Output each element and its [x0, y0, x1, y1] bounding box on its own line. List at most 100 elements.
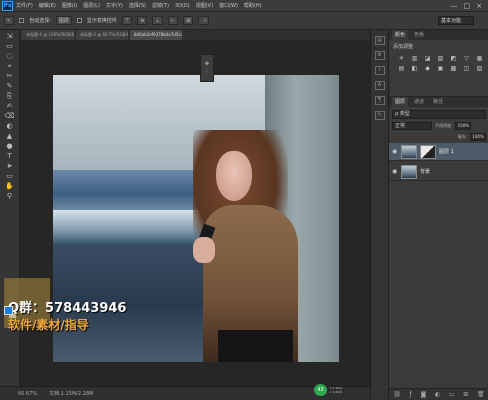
canvas-area[interactable]: ➤ ✥ ⋮	[20, 40, 370, 386]
new-group-icon[interactable]: ▭	[449, 391, 455, 398]
menu-filter[interactable]: 滤镜(T)	[152, 2, 169, 9]
menu-edit[interactable]: 编辑(E)	[39, 2, 56, 9]
visibility-eye-icon[interactable]: ◉	[392, 168, 398, 175]
layer-row[interactable]: ◉ 背景	[389, 163, 488, 181]
auto-select-dropdown[interactable]: 图层	[55, 16, 72, 25]
tab-color[interactable]: 颜色	[392, 30, 409, 40]
align-bottom-icon[interactable]: ⊥	[152, 16, 163, 25]
exposure-icon[interactable]: ▨	[436, 55, 445, 62]
paragraph-icon[interactable]: ¶	[374, 96, 385, 105]
menu-view[interactable]: 视图(V)	[196, 2, 213, 9]
triangle-icon[interactable]: ▽	[462, 55, 471, 62]
menu-window[interactable]: 窗口(W)	[219, 2, 238, 9]
link-layers-icon[interactable]: ⛓	[393, 391, 401, 398]
type-tool-icon[interactable]: T	[4, 152, 16, 160]
info-icon[interactable]: i	[374, 66, 385, 75]
align-left-icon[interactable]: ⊢	[167, 16, 179, 25]
zoom-tool-icon[interactable]: ⚲	[4, 192, 16, 200]
shape-tool-icon[interactable]: ▭	[4, 172, 16, 180]
align-top-icon[interactable]: ⊤	[121, 16, 133, 25]
floating-tool-widget[interactable]: ✥ ⋮	[200, 54, 214, 82]
adjustment-layer-icon[interactable]: ◐	[435, 391, 440, 398]
document-size[interactable]: 文档:1.15M/2.28M	[49, 390, 93, 397]
grid-icon[interactable]: ▦	[475, 55, 484, 62]
menu-layer[interactable]: 图层(L)	[83, 2, 100, 9]
align-right-icon[interactable]: ⊣	[198, 16, 209, 25]
layers-panel-tabs: 图层 通道 路径	[389, 97, 488, 107]
curves-icon[interactable]: ◪	[423, 55, 432, 62]
crop-tool-icon[interactable]: ✂	[4, 72, 16, 80]
menu-image[interactable]: 图像(I)	[62, 2, 77, 9]
menu-3d[interactable]: 3D(D)	[175, 3, 190, 9]
close-icon[interactable]: ×	[476, 2, 482, 10]
zoom-level[interactable]: 66.67%	[18, 391, 37, 397]
dodge-tool-icon[interactable]: ●	[4, 142, 16, 150]
blend-mode-dropdown[interactable]: 正常	[392, 122, 432, 130]
brush-tool-icon[interactable]: ✍	[4, 102, 16, 110]
document-tab[interactable]: 未标题-1 @ 100%(RGB/8)	[22, 30, 74, 40]
black-white-icon[interactable]: ◆	[423, 65, 432, 72]
tab-swatches[interactable]: 色板	[411, 30, 427, 40]
levels-icon[interactable]: ▥	[410, 55, 419, 62]
blur-tool-icon[interactable]: ▲	[4, 132, 16, 140]
menu-type[interactable]: 文字(Y)	[106, 2, 123, 9]
lasso-tool-icon[interactable]: ◌	[4, 52, 16, 60]
document-image[interactable]: ➤	[53, 75, 339, 362]
visibility-eye-icon[interactable]: ◉	[392, 148, 398, 155]
brightness-icon[interactable]: ☀	[397, 55, 406, 62]
auto-select-label: 自动选择:	[29, 18, 51, 24]
posterize-icon[interactable]: ▧	[475, 65, 484, 72]
photo-face	[216, 151, 252, 201]
new-layer-icon[interactable]: ⊞	[463, 391, 468, 398]
color-balance-icon[interactable]: ◧	[410, 65, 419, 72]
invert-icon[interactable]: ◫	[462, 65, 471, 72]
move-tool-icon[interactable]: ⇲	[4, 32, 16, 40]
menu-bar: Ps 文件(F) 编辑(E) 图像(I) 图层(L) 文字(Y) 选择(S) 滤…	[0, 0, 488, 12]
layer-row[interactable]: ◉ 图层 1	[389, 143, 488, 161]
history-icon[interactable]: ▤	[374, 36, 385, 45]
gradient-tool-icon[interactable]: ◐	[4, 122, 16, 130]
quick-select-tool-icon[interactable]: ⌖	[4, 62, 16, 70]
menu-help[interactable]: 帮助(H)	[244, 2, 262, 9]
document-tabs: 未标题-1 @ 100%(RGB/8) 未标题-2 @ 66.7%(RGB/8)…	[20, 30, 370, 40]
hand-tool-icon[interactable]: ✋	[4, 182, 16, 190]
marquee-tool-icon[interactable]: ▭	[4, 42, 16, 50]
fx-icon[interactable]: ƒ	[410, 391, 412, 398]
menu-file[interactable]: 文件(F)	[16, 2, 33, 9]
tool-preset-button[interactable]: ↖	[4, 16, 15, 25]
document-tab[interactable]: 未标题-2 @ 66.7%(RGB/8)	[76, 30, 128, 40]
show-transform-checkbox[interactable]	[76, 18, 82, 23]
fill-field[interactable]: 100%	[470, 133, 486, 141]
document-tab-active[interactable]: 8d0ab2ef0378b4a7d5c4.jpg @ 66.7%	[130, 30, 182, 40]
menu-select[interactable]: 选择(S)	[129, 2, 146, 9]
properties-icon[interactable]: ⚙	[374, 51, 385, 60]
eraser-tool-icon[interactable]: ⌫	[4, 112, 16, 120]
align-center-icon[interactable]: ⊞	[183, 16, 194, 25]
foreground-color-swatch[interactable]	[4, 306, 13, 315]
tab-layers[interactable]: 图层	[392, 97, 409, 107]
layer-filter-dropdown[interactable]: ρ 类型	[392, 110, 486, 119]
character-icon[interactable]: A	[374, 81, 385, 90]
hue-icon[interactable]: ▤	[397, 65, 406, 72]
photo-filter-icon[interactable]: ▣	[436, 65, 445, 72]
auto-select-checkbox[interactable]	[19, 18, 25, 23]
maximize-icon[interactable]: □	[464, 2, 471, 10]
layers-panel: 图层 通道 路径 ρ 类型 正常 不透明度: 100% 填充: 100% ◉ 图…	[389, 96, 488, 400]
eyedropper-tool-icon[interactable]: ✎	[4, 82, 16, 90]
move-arrows-icon: ✥	[204, 61, 210, 67]
grip-icon: ⋮	[204, 69, 210, 75]
watermark-tagline: 软件/素材/指导	[8, 318, 89, 332]
minimize-icon[interactable]: —	[451, 2, 458, 10]
tab-channels[interactable]: 通道	[411, 97, 427, 107]
workspace-switcher[interactable]: 基本功能	[438, 16, 474, 25]
add-mask-icon[interactable]: ◙	[420, 391, 426, 398]
healing-brush-tool-icon[interactable]: ⎘	[4, 92, 16, 100]
trash-icon[interactable]: 🗑	[477, 391, 485, 398]
align-middle-icon[interactable]: ≡	[137, 16, 148, 25]
brush-presets-icon[interactable]: ✎	[374, 111, 385, 120]
channel-mixer-icon[interactable]: ▩	[449, 65, 458, 72]
tab-paths[interactable]: 路径	[430, 97, 446, 107]
path-select-tool-icon[interactable]: ➤	[4, 162, 16, 170]
opacity-field[interactable]: 100%	[455, 122, 472, 130]
vibrance-icon[interactable]: ◩	[449, 55, 458, 62]
